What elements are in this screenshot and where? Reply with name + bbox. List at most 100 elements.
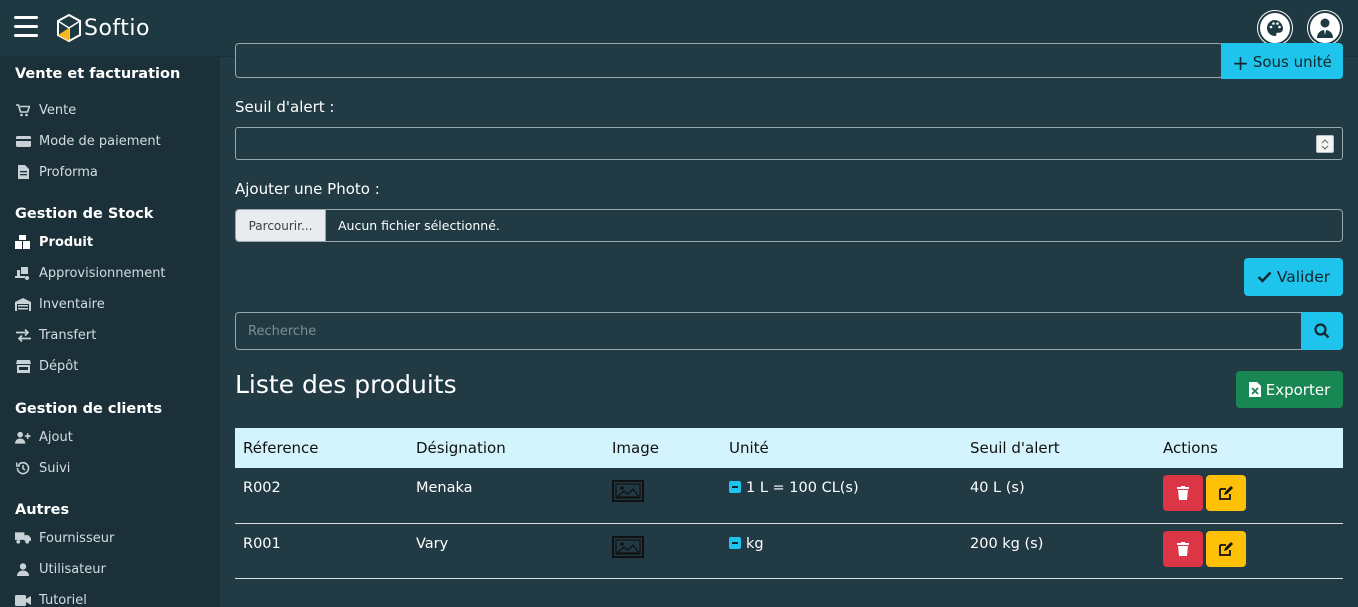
sidebar-item-label: Transfert (39, 327, 97, 343)
sidebar-item-label: Dépôt (39, 358, 79, 374)
cell-reference: R002 (243, 480, 281, 496)
add-sub-unit-label: Sous unité (1252, 53, 1332, 71)
column-header[interactable]: Seuil d'alert (962, 428, 1155, 468)
sidebar-item-label: Fournisseur (39, 530, 115, 546)
cart-icon (15, 103, 31, 117)
sidebar-item-fournisseur[interactable]: Fournisseur (15, 528, 114, 548)
sidebar-group-title: Gestion de clients (15, 401, 163, 417)
cell-threshold: 200 kg (s) (970, 535, 1044, 552)
table-row: R001 Vary kg 200 kg (s) (235, 523, 1343, 578)
sidebar-item-label: Vente (39, 102, 77, 118)
sidebar-item-suivi[interactable]: Suivi (15, 458, 70, 478)
edit-icon (1218, 541, 1233, 556)
photo-file-input[interactable]: Parcourir... Aucun fichier sélectionné. (235, 209, 1343, 242)
user-plus-icon (15, 430, 31, 444)
palette-glyph (1267, 20, 1283, 36)
column-header[interactable]: Réference (235, 428, 408, 468)
sidebar-group-title: Vente et facturation (15, 66, 181, 82)
image-icon[interactable] (612, 535, 644, 558)
browse-button[interactable]: Parcourir... (236, 210, 326, 241)
check-icon (1257, 271, 1272, 283)
cell-threshold: 40 L (s) (970, 480, 1025, 496)
spinner-arrows-icon (1321, 139, 1329, 150)
search-button[interactable] (1301, 312, 1343, 350)
sidebar-item-ajout[interactable]: Ajout (15, 427, 73, 447)
unit-text: kg (746, 535, 764, 552)
unit-text: 1 L = 100 CL(s) (746, 480, 859, 496)
seuil-label: Seuil d'alert : (235, 98, 335, 116)
table-header-row: Réference Désignation Image Unité Seuil … (235, 428, 1343, 468)
palette-icon[interactable] (1258, 11, 1292, 45)
brand-name: Softio (84, 15, 150, 41)
cell-designation: Menaka (416, 480, 473, 496)
warehouse-icon (15, 297, 31, 311)
hamburger-icon[interactable] (14, 16, 38, 38)
sidebar-item-utilisateur[interactable]: Utilisateur (15, 559, 106, 579)
sidebar-item-label: Produit (39, 234, 94, 250)
list-title: Liste des produits (235, 370, 457, 399)
sidebar-item-label: Inventaire (39, 296, 105, 312)
export-button[interactable]: Exporter (1236, 371, 1343, 408)
delete-button[interactable] (1163, 530, 1203, 567)
column-header: Actions (1163, 439, 1218, 457)
unit-input[interactable] (235, 43, 1223, 78)
cube-logo-icon (57, 13, 81, 43)
column-header[interactable]: Image (604, 428, 721, 468)
credit-card-icon (15, 134, 31, 148)
sidebar-item-label: Suivi (39, 460, 71, 476)
user-icon (15, 562, 31, 576)
sidebar-item-vente[interactable]: Vente (15, 100, 76, 120)
sidebar-item-label: Ajout (39, 429, 73, 445)
file-excel-icon (1248, 382, 1261, 397)
sidebar-item-label: Proforma (39, 164, 98, 180)
sidebar-item-transfert[interactable]: Transfert (15, 325, 96, 345)
sidebar-item-tutoriel[interactable]: Tutoriel (15, 590, 87, 607)
number-spinner[interactable] (1316, 135, 1334, 153)
sidebar-group-title: Autres (15, 502, 70, 518)
truck-icon (15, 531, 31, 545)
column-header[interactable]: Désignation (408, 428, 604, 468)
cell-reference: R001 (243, 535, 281, 552)
validate-label: Valider (1276, 268, 1331, 286)
search-input[interactable] (235, 312, 1302, 350)
export-label: Exporter (1265, 380, 1331, 399)
cell-unit: 1 L = 100 CL(s) (721, 468, 962, 523)
sidebar-item-label: Approvisionnement (39, 265, 166, 281)
trash-icon (1177, 541, 1189, 556)
boxes-icon (15, 235, 31, 249)
edit-button[interactable] (1206, 475, 1246, 511)
sidebar-item-proforma[interactable]: Proforma (15, 162, 98, 182)
seuil-input[interactable] (235, 127, 1343, 160)
collapse-minus-icon[interactable] (729, 536, 741, 549)
collapse-minus-icon[interactable] (729, 481, 741, 493)
photo-label: Ajouter une Photo : (235, 180, 380, 198)
add-sub-unit-button[interactable]: + Sous unité (1221, 43, 1343, 79)
delete-button[interactable] (1163, 475, 1203, 511)
document-icon (15, 165, 31, 179)
user-tie-glyph (1317, 18, 1333, 38)
sidebar-item-approvisionnement[interactable]: Approvisionnement (15, 263, 166, 283)
cell-designation: Vary (416, 535, 449, 552)
edit-icon (1218, 486, 1233, 500)
sidebar-item-label: Mode de paiement (39, 133, 161, 149)
video-icon (15, 593, 31, 607)
validate-button[interactable]: Valider (1244, 258, 1343, 296)
cell-actions (1155, 523, 1343, 578)
sidebar-item-inventaire[interactable]: Inventaire (15, 294, 105, 314)
store-icon (15, 359, 31, 373)
plus-icon: + (1232, 51, 1249, 75)
user-profile-icon[interactable] (1308, 11, 1342, 45)
sidebar-item-mode-de-paiement[interactable]: Mode de paiement (15, 131, 161, 151)
history-icon (15, 461, 31, 475)
sidebar-item-label: Tutoriel (39, 592, 87, 607)
sidebar-item-depot[interactable]: Dépôt (15, 356, 78, 376)
cell-image (604, 468, 721, 523)
sidebar-item-produit[interactable]: Produit (15, 232, 93, 252)
edit-button[interactable] (1206, 530, 1246, 567)
column-header[interactable]: Unité (721, 428, 962, 468)
products-table: Réference Désignation Image Unité Seuil … (235, 428, 1343, 579)
image-icon[interactable] (612, 480, 644, 502)
sidebar-group-title: Gestion de Stock (15, 206, 154, 222)
brand-logo[interactable]: Softio (56, 10, 150, 46)
trash-icon (1177, 486, 1189, 500)
